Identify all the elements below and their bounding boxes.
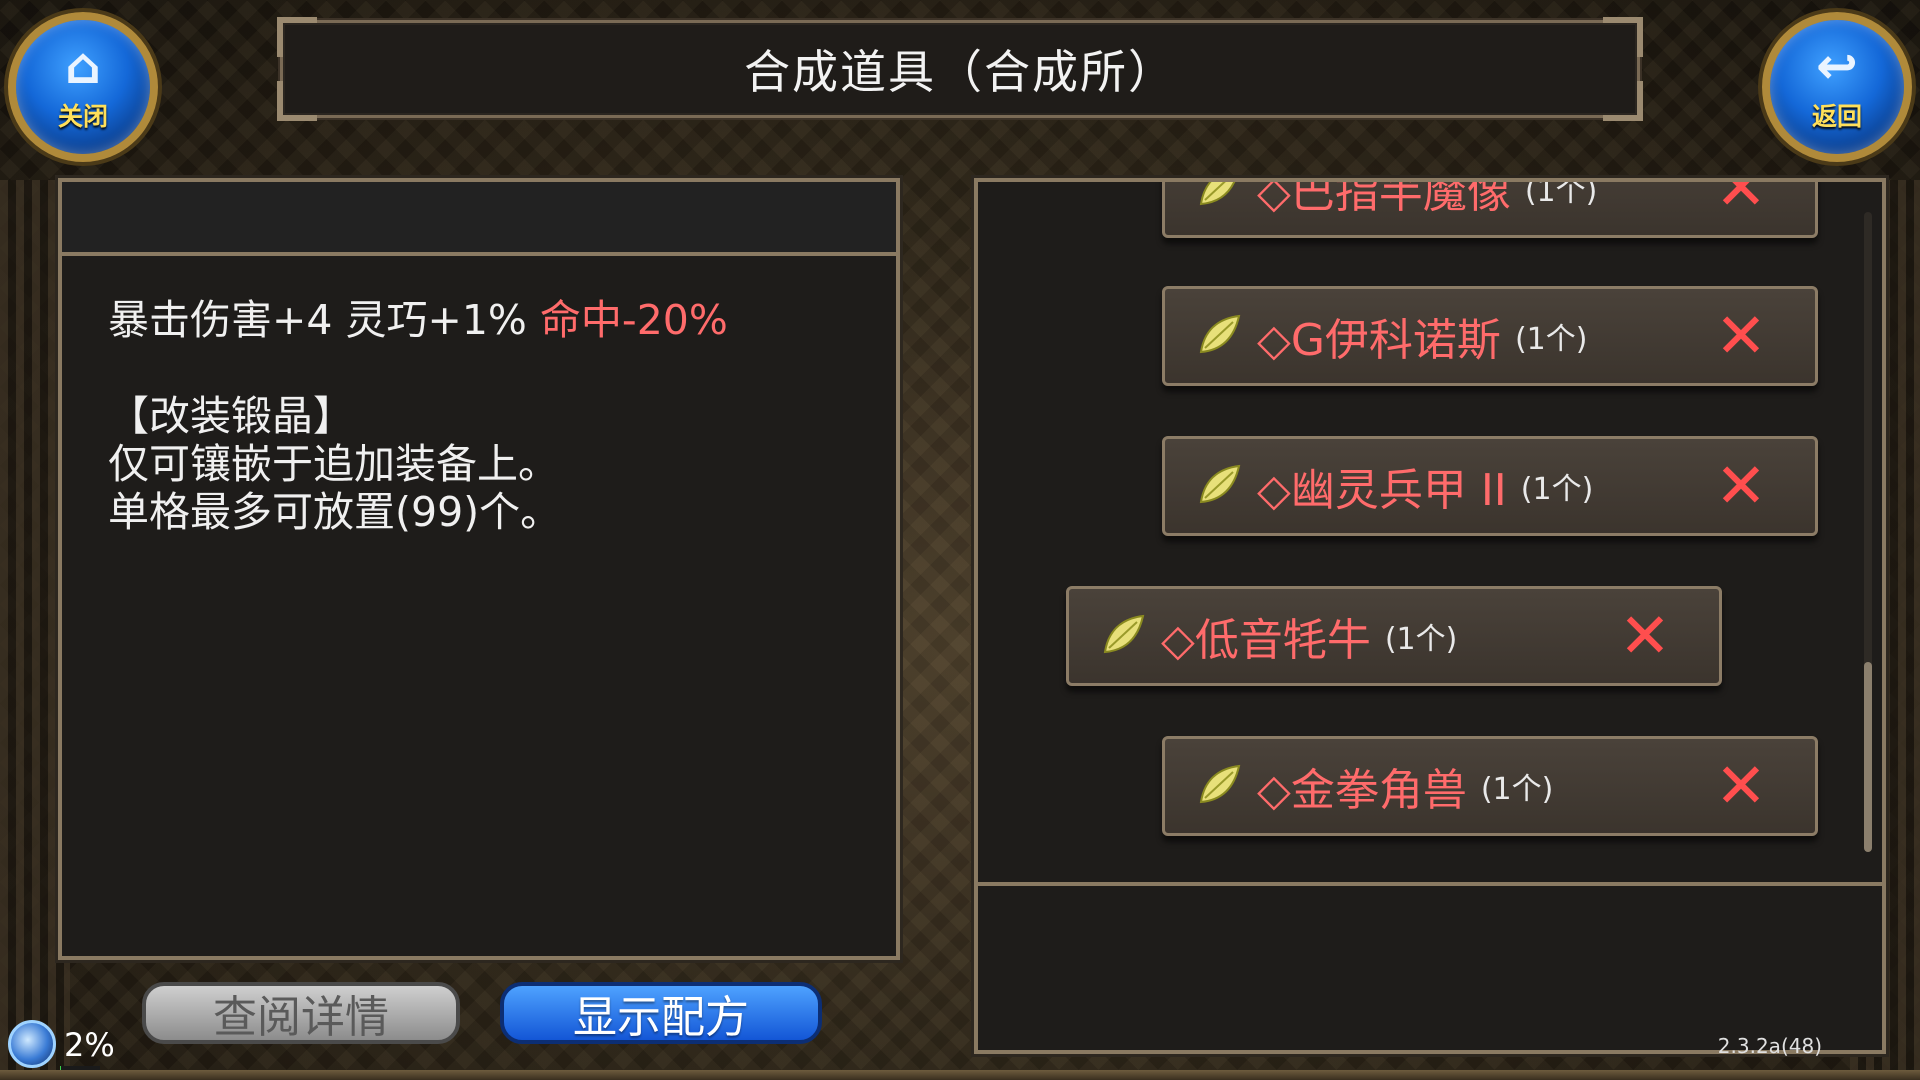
list-item[interactable]: ◇低音牦牛 (1个) ✕ — [1066, 586, 1722, 686]
item-description-line2: 单格最多可放置(99)个。 — [108, 488, 562, 536]
item-stats-negative: 命中-20% — [539, 296, 728, 344]
back-button[interactable]: ↩ 返回 — [1762, 12, 1912, 162]
network-orb-icon — [8, 1020, 56, 1068]
remove-icon[interactable]: ✕ — [1619, 605, 1671, 667]
title-bar: 合成道具（合成所） — [277, 17, 1643, 121]
material-name: ◇G伊科诺斯 — [1257, 315, 1501, 366]
scrollbar-thumb[interactable] — [1864, 662, 1872, 852]
material-name: ◇幽灵兵甲 II — [1257, 465, 1507, 516]
page-title: 合成道具（合成所） — [744, 45, 1176, 99]
item-stats: 暴击伤害+4 灵巧+1% 命中-20% — [108, 286, 728, 346]
leaf-crystal-icon — [1193, 182, 1245, 214]
list-scrollbar[interactable] — [1864, 212, 1872, 852]
material-count: (1个) — [1480, 772, 1554, 807]
material-count: (1个) — [1384, 622, 1458, 657]
remove-icon[interactable]: ✕ — [1715, 455, 1767, 517]
material-count: (1个) — [1514, 322, 1588, 357]
leaf-crystal-icon — [1193, 760, 1245, 812]
back-arrow-icon: ↩ — [1816, 37, 1858, 95]
list-item[interactable]: ◇巴指半魔像 (1个) ✕ — [1162, 182, 1818, 238]
remove-icon[interactable]: ✕ — [1715, 755, 1767, 817]
item-stats-positive: 暴击伤害+4 灵巧+1% — [108, 296, 527, 344]
material-name: ◇巴指半魔像 — [1257, 182, 1511, 218]
leaf-crystal-icon — [1097, 610, 1149, 662]
material-name: ◇低音牦牛 — [1161, 615, 1371, 666]
close-button[interactable]: ⌂ 关闭 — [8, 12, 158, 162]
home-icon: ⌂ — [65, 37, 101, 95]
materials-list[interactable]: ◇巴指半魔像 (1个) ✕ ◇G伊科诺斯 (1个) ✕ ◇幽灵兵甲 II (1个… — [978, 182, 1882, 886]
frame-corner — [1603, 81, 1643, 121]
remove-icon[interactable]: ✕ — [1715, 305, 1767, 367]
detail-header-strip — [62, 182, 896, 256]
leaf-crystal-icon — [1193, 310, 1245, 362]
list-item[interactable]: ◇G伊科诺斯 (1个) ✕ — [1162, 286, 1818, 386]
item-detail-panel: 暴击伤害+4 灵巧+1% 命中-20% 【改装锻晶】 仅可镶嵌于追加装备上。 单… — [58, 178, 900, 960]
list-item[interactable]: ◇金拳角兽 (1个) ✕ — [1162, 736, 1818, 836]
leaf-crystal-icon — [1193, 460, 1245, 512]
frame-corner — [277, 81, 317, 121]
material-count: (1个) — [1524, 182, 1598, 209]
material-count: (1个) — [1520, 472, 1594, 507]
list-item[interactable]: ◇幽灵兵甲 II (1个) ✕ — [1162, 436, 1818, 536]
show-recipe-button[interactable]: 显示配方 — [500, 982, 822, 1044]
frame-corner — [277, 17, 317, 57]
view-details-button[interactable]: 查阅详情 — [142, 982, 460, 1044]
remove-icon[interactable]: ✕ — [1715, 182, 1767, 219]
materials-panel: ◇巴指半魔像 (1个) ✕ ◇G伊科诺斯 (1个) ✕ ◇幽灵兵甲 II (1个… — [974, 178, 1886, 1054]
bottom-frame — [0, 1070, 1920, 1080]
back-button-label: 返回 — [1811, 102, 1862, 131]
version-label: 2.3.2a(48) — [1717, 1034, 1822, 1058]
frame-corner — [1603, 17, 1643, 57]
status-percent: 2% — [64, 1026, 115, 1064]
close-button-label: 关闭 — [57, 102, 108, 131]
material-name: ◇金拳角兽 — [1257, 765, 1467, 816]
